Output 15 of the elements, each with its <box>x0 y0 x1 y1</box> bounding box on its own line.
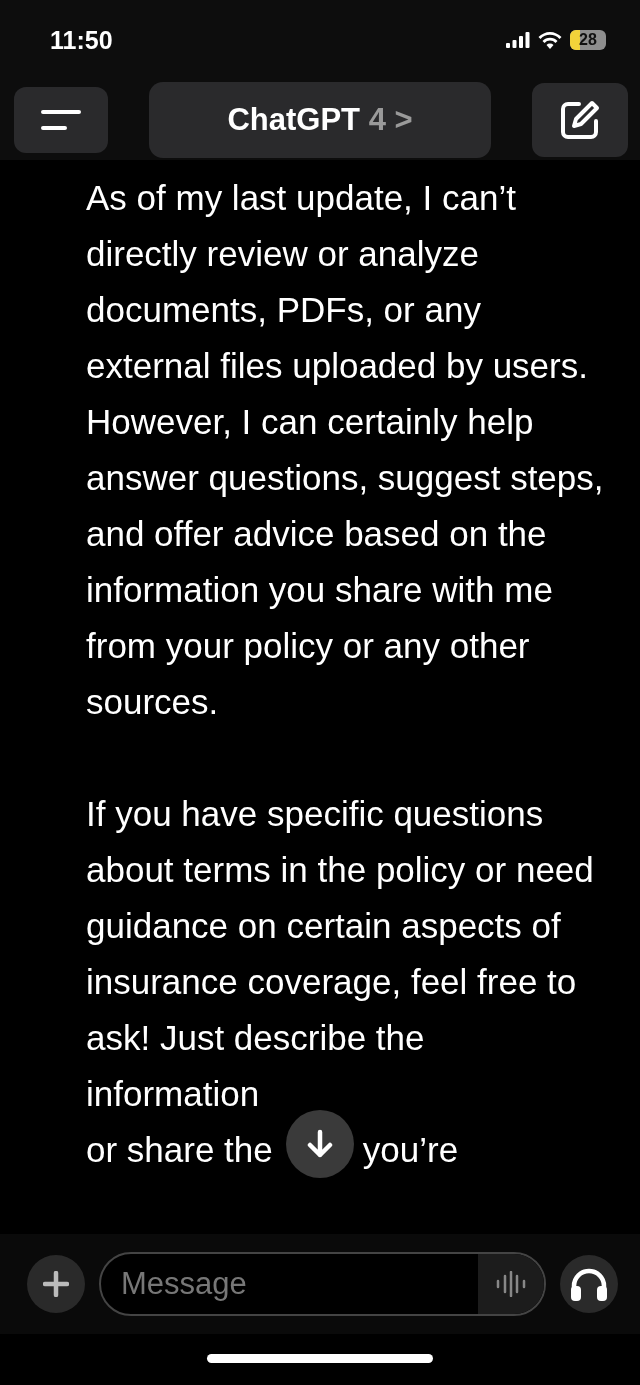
new-chat-button[interactable] <box>532 83 628 157</box>
headphones-icon <box>569 1266 609 1302</box>
reply-text: you’re <box>362 1129 459 1171</box>
compose-icon <box>559 99 601 141</box>
wifi-icon <box>538 31 562 49</box>
signal-icon <box>506 32 530 48</box>
menu-button[interactable] <box>14 87 108 153</box>
reply-text: or share the <box>86 1129 273 1171</box>
plus-icon <box>43 1271 69 1297</box>
menu-icon <box>40 109 82 131</box>
reply-paragraph: As of my last update, I can’t directly review or analyze documents, PDFs, or any external files uploaded by users. However, I can certainly help answer questions, suggest steps, and offer advice based on the information you share with me from your policy or any other sources. <box>86 177 604 723</box>
model-selector-button[interactable]: ChatGPT 4 > <box>149 82 491 158</box>
status-time: 11:50 <box>50 25 113 55</box>
voice-wave-icon <box>495 1271 527 1297</box>
arrow-down-icon <box>307 1129 333 1159</box>
